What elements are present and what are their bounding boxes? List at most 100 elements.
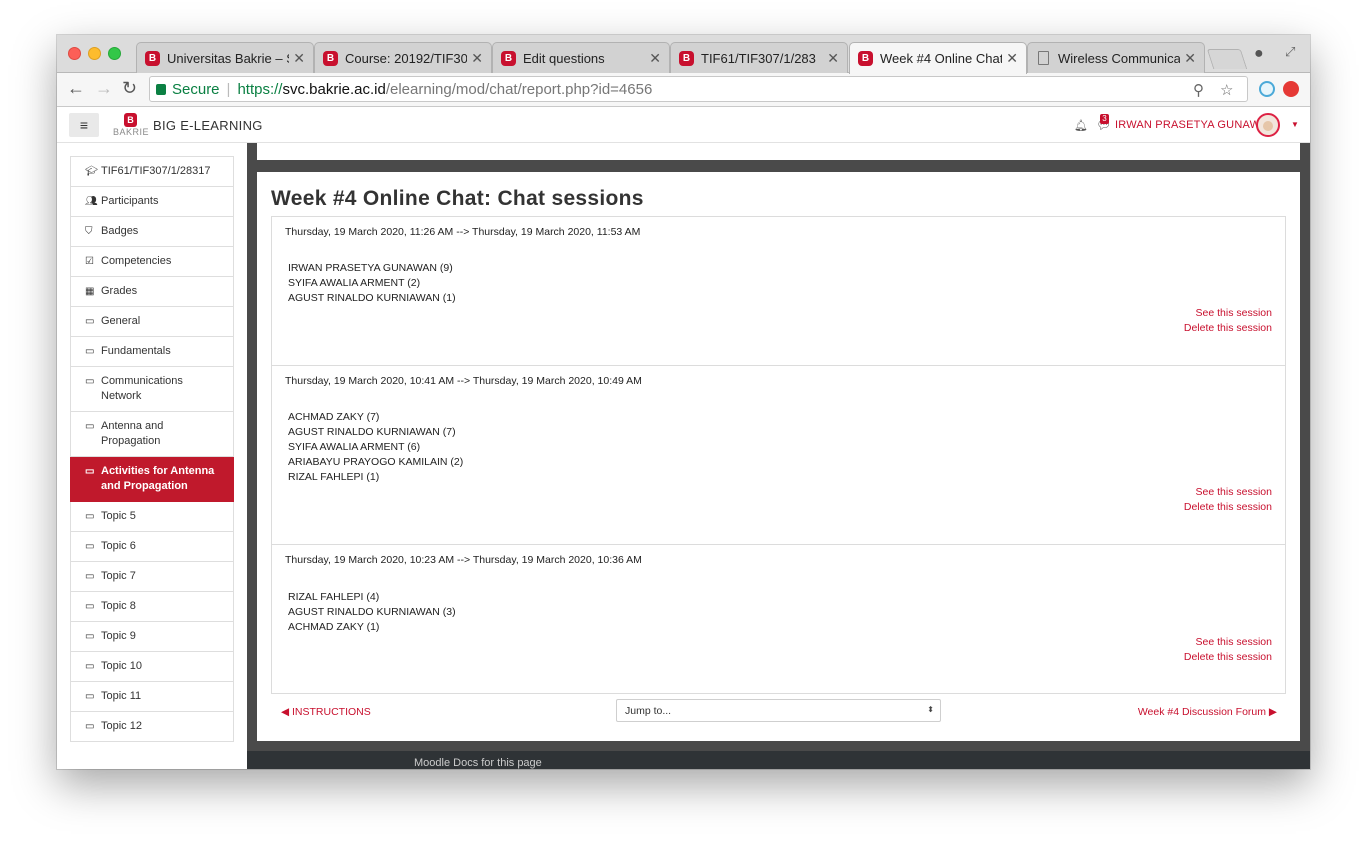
see-session-link[interactable]: See this session xyxy=(1196,307,1272,319)
menu-toggle-button[interactable]: ≡ xyxy=(69,113,99,137)
tab-strip: B Universitas Bakrie – S ✕ B Course: 201… xyxy=(57,35,1310,74)
notifications-bell-icon[interactable]: 🔔︎ xyxy=(1074,119,1088,132)
sidebar-item-topic-7[interactable]: ▭ Topic 7 xyxy=(70,562,234,592)
sidebar-item-communications-network[interactable]: ▭ Communications Network xyxy=(70,367,234,412)
close-tab-icon[interactable]: ✕ xyxy=(827,50,839,67)
session-participant: ACHMAD ZAKY (1) xyxy=(288,621,380,633)
sidebar-item-label: Communications Network xyxy=(101,375,183,402)
sidebar-item-badges[interactable]: ⛉ Badges xyxy=(70,217,234,247)
graduation-cap-icon: 🎓︎ xyxy=(85,166,98,177)
bakrie-logo-icon: B xyxy=(501,50,516,66)
folder-icon: ▭ xyxy=(85,691,95,702)
page-content: 🎓︎ TIF61/TIF307/1/28317 👥︎ Participants … xyxy=(57,143,1310,769)
sidebar-item-label: Competencies xyxy=(101,255,172,267)
sidebar-item-topic-6[interactable]: ▭ Topic 6 xyxy=(70,532,234,562)
sidebar-item-topic-9[interactable]: ▭ Topic 9 xyxy=(70,622,234,652)
tab-title: Week #4 Online Chat xyxy=(880,51,1003,66)
delete-session-link[interactable]: Delete this session xyxy=(1184,651,1272,663)
sidebar-item-label: Topic 12 xyxy=(101,720,142,732)
new-tab-button[interactable] xyxy=(1206,49,1248,69)
session-participant: IRWAN PRASETYA GUNAWAN (9) xyxy=(288,262,453,274)
browser-tab-1[interactable]: B Universitas Bakrie – S ✕ xyxy=(136,42,314,73)
user-menu-name[interactable]: IRWAN PRASETYA GUNAWAN xyxy=(1115,119,1275,131)
browser-tab-6[interactable]: Wireless Communicat ✕ xyxy=(1027,42,1205,73)
sidebar-item-grades[interactable]: ▦ Grades xyxy=(70,277,234,307)
close-tab-icon[interactable]: ✕ xyxy=(471,50,483,67)
maximize-window-button[interactable] xyxy=(108,47,121,60)
close-tab-icon[interactable]: ✕ xyxy=(1184,50,1196,67)
sidebar-item-label: Topic 11 xyxy=(101,690,142,702)
folder-icon: ▭ xyxy=(85,376,95,387)
main-region: Week #4 Online Chat: Chat sessions Thurs… xyxy=(257,172,1300,741)
see-session-link[interactable]: See this session xyxy=(1196,636,1272,648)
minimize-window-button[interactable] xyxy=(88,47,101,60)
tab-title: Course: 20192/TIF30 xyxy=(345,50,468,66)
reload-icon[interactable]: ↻ xyxy=(122,78,137,99)
profile-icon[interactable]: ● xyxy=(1254,45,1264,63)
tab-title: Edit questions xyxy=(523,50,605,66)
zoom-icon[interactable]: ⚲ xyxy=(1193,81,1204,99)
sidebar-item-course[interactable]: 🎓︎ TIF61/TIF307/1/28317 xyxy=(70,156,234,187)
site-name[interactable]: BIG E-LEARNING xyxy=(153,118,263,133)
delete-session-link[interactable]: Delete this session xyxy=(1184,322,1272,334)
site-logo[interactable]: B BAKRIE xyxy=(113,113,149,138)
browser-tab-2[interactable]: B Course: 20192/TIF30 ✕ xyxy=(314,42,492,73)
folder-icon: ▭ xyxy=(85,346,95,357)
browser-toolbar: ← → ↻ Secure | https:// svc.bakrie.ac.id… xyxy=(57,73,1310,107)
close-tab-icon[interactable]: ✕ xyxy=(293,50,305,67)
lock-icon xyxy=(156,83,166,95)
sidebar-item-topic-10[interactable]: ▭ Topic 10 xyxy=(70,652,234,682)
back-arrow-icon[interactable]: ← xyxy=(67,78,85,99)
sidebar-item-fundamentals[interactable]: ▭ Fundamentals xyxy=(70,337,234,367)
extension-icon[interactable] xyxy=(1259,81,1275,97)
sidebar-item-topic-5[interactable]: ▭ Topic 5 xyxy=(70,502,234,532)
session-participant: ARIABAYU PRAYOGO KAMILAIN (2) xyxy=(288,456,464,468)
sidebar-item-topic-8[interactable]: ▭ Topic 8 xyxy=(70,592,234,622)
address-bar[interactable]: Secure | https:// svc.bakrie.ac.id /elea… xyxy=(149,76,1248,102)
sidebar-item-label: Fundamentals xyxy=(101,345,171,357)
jump-to-select[interactable]: Jump to... ⬍ xyxy=(616,699,941,722)
caret-down-icon[interactable]: ▼ xyxy=(1291,120,1299,129)
bookmark-star-icon[interactable]: ☆ xyxy=(1220,81,1233,99)
upload-extension-icon[interactable] xyxy=(1283,81,1299,97)
sidebar-item-participants[interactable]: 👥︎ Participants xyxy=(70,187,234,217)
logo-text: BAKRIE xyxy=(113,127,150,137)
forward-arrow-icon[interactable]: → xyxy=(95,78,113,99)
url-separator: | xyxy=(226,80,231,98)
previous-content-card xyxy=(257,143,1300,160)
select-caret-icon: ⬍ xyxy=(927,705,934,714)
previous-activity-link[interactable]: ◀ INSTRUCTIONS xyxy=(281,706,371,718)
sidebar-item-general[interactable]: ▭ General xyxy=(70,307,234,337)
fullscreen-icon[interactable]: ⤢ xyxy=(1285,44,1295,60)
next-activity-label: Week #4 Discussion Forum xyxy=(1137,706,1266,718)
sidebar-item-label: Grades xyxy=(101,285,138,297)
close-tab-icon[interactable]: ✕ xyxy=(649,50,661,67)
next-activity-link[interactable]: Week #4 Discussion Forum ▶ xyxy=(1138,706,1277,718)
browser-window: B Universitas Bakrie – S ✕ B Course: 201… xyxy=(57,35,1310,769)
see-session-link[interactable]: See this session xyxy=(1196,486,1272,498)
browser-tab-active[interactable]: B Week #4 Online Chat ✕ xyxy=(849,42,1027,74)
browser-tab-4[interactable]: B TIF61/TIF307/1/283 ✕ xyxy=(670,42,848,73)
caret-right-icon: ▶ xyxy=(1266,706,1277,718)
session-participant: AGUST RINALDO KURNIAWAN (1) xyxy=(288,292,456,304)
session-time-range: Thursday, 19 March 2020, 10:23 AM --> Th… xyxy=(285,554,642,566)
tab-title: Universitas Bakrie – S xyxy=(167,50,290,66)
sidebar-item-label: Antenna and Propagation xyxy=(101,420,164,447)
bakrie-logo-icon: B xyxy=(858,51,873,66)
site-navbar: ≡ B BAKRIE BIG E-LEARNING 🔔︎ 💬︎ 3 IRWAN … xyxy=(57,108,1310,143)
avatar[interactable] xyxy=(1256,113,1280,137)
close-tab-icon[interactable]: ✕ xyxy=(1006,50,1018,67)
browser-tab-3[interactable]: B Edit questions ✕ xyxy=(492,42,670,73)
sidebar-item-competencies[interactable]: ☑ Competencies xyxy=(70,247,234,277)
sidebar-item-activities-antenna[interactable]: ▭ Activities for Antenna and Propagation xyxy=(70,457,234,502)
sidebar-item-topic-11[interactable]: ▭ Topic 11 xyxy=(70,682,234,712)
url-scheme: https:// xyxy=(237,80,283,98)
close-window-button[interactable] xyxy=(68,47,81,60)
sidebar-item-antenna-and-propagation[interactable]: ▭ Antenna and Propagation xyxy=(70,412,234,457)
folder-icon: ▭ xyxy=(85,541,95,552)
bakrie-logo-icon: B xyxy=(145,50,160,66)
sidebar-item-topic-12[interactable]: ▭ Topic 12 xyxy=(70,712,234,742)
delete-session-link[interactable]: Delete this session xyxy=(1184,501,1272,513)
moodle-docs-link[interactable]: Moodle Docs for this page xyxy=(414,757,542,769)
sidebar-item-label: Participants xyxy=(101,195,159,207)
